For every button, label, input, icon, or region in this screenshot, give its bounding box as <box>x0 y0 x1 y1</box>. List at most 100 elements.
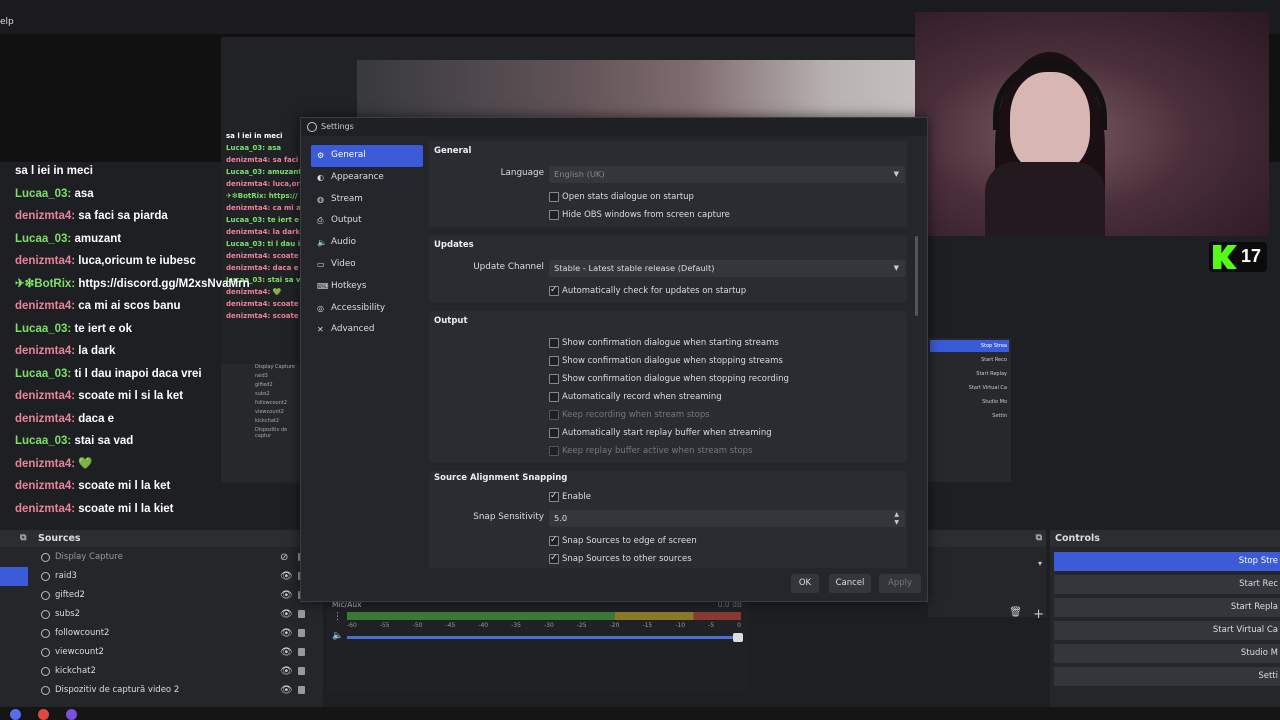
hide-obs-checkbox[interactable]: Hide OBS windows from screen capture <box>549 209 730 221</box>
group-output: Output Show confirmation dialogue when s… <box>429 311 907 463</box>
nav-item-output[interactable]: ⎙ Output <box>311 210 423 232</box>
chat-text: ca mi ai scos banu <box>78 300 181 312</box>
chat-message: ✈❇BotRix: https://discord.gg/M2xsNvaMrn <box>0 273 300 296</box>
chat-message: Lucaa_03: asa <box>0 183 300 206</box>
group-general: General Language English (UK) ▼ Open sta… <box>429 141 907 227</box>
source-type-icon <box>41 629 50 638</box>
nav-item-stream[interactable]: ◍ Stream <box>311 189 423 211</box>
source-item[interactable]: raid3 👁 <box>0 567 310 586</box>
eye-icon[interactable]: 👁 <box>280 662 293 681</box>
group-header-general: General <box>434 146 472 156</box>
eye-icon[interactable]: 👁 <box>280 624 293 643</box>
source-item[interactable]: kickchat2 👁 <box>0 662 310 681</box>
meter-tick: -5 <box>708 622 715 629</box>
control-button[interactable]: Start Repla <box>1054 598 1280 617</box>
control-button[interactable]: Stop Stre <box>1054 552 1280 571</box>
meter-tick: -50 <box>412 622 423 629</box>
confirm-start-stream-checkbox[interactable]: Show confirmation dialogue when starting… <box>549 337 779 349</box>
speaker-icon[interactable]: 🔈 <box>332 631 343 641</box>
add-icon[interactable]: + <box>1033 607 1044 622</box>
controls-dock-title: Controls <box>1055 533 1100 544</box>
chat-message: Lucaa_03: te iert e ok <box>0 318 300 341</box>
nav-item-label: Output <box>331 215 362 226</box>
mixer-menu-icon[interactable]: ⋮ <box>333 612 342 622</box>
confirm-stop-recording-checkbox[interactable]: Show confirmation dialogue when stopping… <box>549 373 789 385</box>
snapping-enable-checkbox[interactable]: Enable <box>549 490 591 503</box>
lock-icon[interactable] <box>298 648 305 656</box>
control-button[interactable]: Studio M <box>1054 644 1280 663</box>
volume-slider-handle[interactable] <box>733 633 743 642</box>
chat-message: denizmta4: ca mi ai scos banu <box>0 295 300 318</box>
taskbar-app-icon[interactable] <box>10 709 21 720</box>
nav-item-accessibility[interactable]: ◎ Accessibility <box>311 298 423 320</box>
meter-tick: -40 <box>478 622 489 629</box>
control-button[interactable]: Start Rec <box>1054 575 1280 594</box>
transitions-dock: ▾ + 🗑 <box>928 547 1046 622</box>
inner-control-button: Stop Strea <box>930 340 1009 352</box>
dropdown-arrow-icon[interactable]: ▾ <box>1038 559 1042 568</box>
snap-edge-checkbox[interactable]: Snap Sources to edge of screen <box>549 534 697 547</box>
source-item[interactable]: Dispozitiv de captură video 2 👁 <box>0 681 310 700</box>
eye-icon[interactable]: 👁 <box>280 567 293 586</box>
settings-content: General Language English (UK) ▼ Open sta… <box>429 141 909 568</box>
source-item[interactable]: viewcount2 👁 <box>0 643 310 662</box>
source-item[interactable]: gifted2 👁 <box>0 586 310 605</box>
menu-help[interactable]: elp <box>0 17 14 27</box>
source-name: viewcount2 <box>55 647 104 657</box>
auto-check-updates-checkbox[interactable]: Automatically check for updates on start… <box>549 284 746 297</box>
kick-badge: 17 <box>1209 242 1267 272</box>
speaker-icon: 🔈 <box>317 238 327 248</box>
taskbar-app-icon[interactable] <box>66 709 77 720</box>
control-button[interactable]: Setti <box>1054 667 1280 686</box>
dock-float-icon[interactable]: ⧉ <box>20 530 26 547</box>
eye-icon[interactable]: 👁 <box>280 681 293 700</box>
chat-username: denizmta4: <box>15 502 79 515</box>
lock-icon[interactable] <box>298 610 305 618</box>
cancel-button[interactable]: Cancel <box>829 574 871 593</box>
nav-item-hotkeys[interactable]: ⌨ Hotkeys <box>311 276 423 298</box>
update-channel-value: Stable - Latest stable release (Default) <box>554 263 715 273</box>
inner-chat-line: sa l iei in meci <box>226 132 283 140</box>
nav-item-general[interactable]: ⚙ General <box>311 145 423 167</box>
lock-icon[interactable] <box>298 667 305 675</box>
snap-other-checkbox[interactable]: Snap Sources to other sources <box>549 552 692 565</box>
update-channel-select[interactable]: Stable - Latest stable release (Default)… <box>549 260 905 277</box>
chrome-icon[interactable] <box>38 709 49 720</box>
lock-icon[interactable] <box>298 629 305 637</box>
group-header-updates: Updates <box>434 240 474 250</box>
open-stats-checkbox[interactable]: Open stats dialogue on startup <box>549 191 694 203</box>
source-item[interactable]: subs2 👁 <box>0 605 310 624</box>
confirm-stop-stream-checkbox[interactable]: Show confirmation dialogue when stopping… <box>549 355 783 367</box>
chat-text: stai sa vad <box>74 435 134 447</box>
lock-icon[interactable] <box>298 686 305 694</box>
chat-username: denizmta4: <box>15 345 79 357</box>
spin-arrows-icon[interactable]: ▲ ▼ <box>894 511 899 527</box>
chat-message: denizmta4: la dark <box>0 340 300 363</box>
volume-slider[interactable] <box>347 633 743 642</box>
group-header-output: Output <box>434 316 468 326</box>
chat-username: Lucaa_03: <box>15 435 75 447</box>
dock-float-icon[interactable]: ⧉ <box>1036 530 1042 547</box>
eye-icon[interactable]: 👁 <box>280 586 293 605</box>
settings-scrollbar[interactable] <box>915 236 918 316</box>
chat-message: denizmta4: sa faci sa piarda <box>0 205 300 228</box>
language-value: English (UK) <box>554 169 605 179</box>
nav-item-audio[interactable]: 🔈 Audio <box>311 232 423 254</box>
source-item[interactable]: followcount2 👁 <box>0 624 310 643</box>
nav-item-video[interactable]: ▭ Video <box>311 254 423 276</box>
ok-button[interactable]: OK <box>791 574 819 593</box>
control-button[interactable]: Start Virtual Ca <box>1054 621 1280 640</box>
auto-record-checkbox[interactable]: Automatically record when streaming <box>549 391 722 403</box>
eye-icon[interactable]: 👁 <box>280 605 293 624</box>
hidden-eye-icon[interactable]: ⊘ <box>280 548 288 567</box>
apply-button[interactable]: Apply <box>879 574 921 593</box>
language-select[interactable]: English (UK) ▼ <box>549 166 905 183</box>
eye-icon[interactable]: 👁 <box>280 643 293 662</box>
source-item[interactable]: Display Capture ⊘ <box>0 548 310 567</box>
auto-replay-buffer-checkbox[interactable]: Automatically start replay buffer when s… <box>549 427 772 439</box>
source-name: followcount2 <box>55 628 110 638</box>
trash-icon[interactable]: 🗑 <box>1009 607 1022 618</box>
nav-item-appearance[interactable]: ◐ Appearance <box>311 167 423 189</box>
nav-item-advanced[interactable]: ✕ Advanced <box>311 319 423 341</box>
snap-sensitivity-spinbox[interactable]: 5.0 ▲ ▼ <box>549 510 905 527</box>
